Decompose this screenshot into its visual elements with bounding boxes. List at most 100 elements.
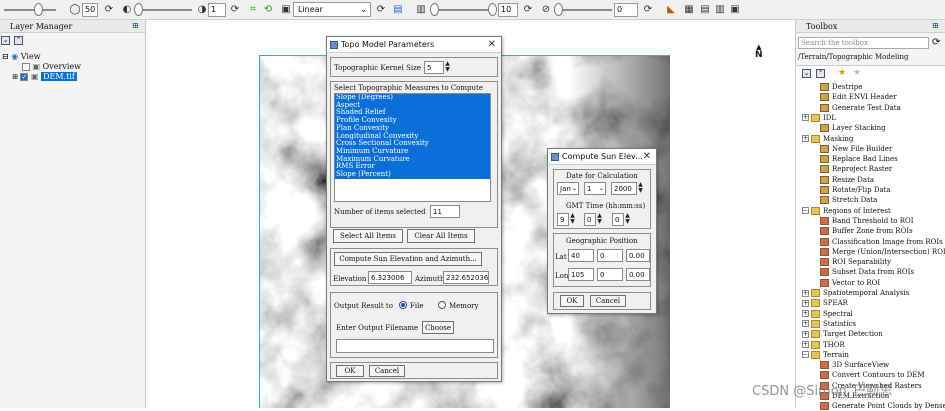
plus-expander-icon[interactable]: + [802, 341, 809, 348]
toolbox-item[interactable]: + Statistics [802, 319, 856, 329]
minute-spinner-icon[interactable]: ▲ ▼ [596, 213, 603, 226]
toolbox-item[interactable]: + IDL [802, 113, 836, 123]
toolbox-item[interactable]: Replace Bad Lines [820, 154, 898, 164]
rotate-icon[interactable]: ⟲ [261, 3, 275, 17]
layout-icon-2[interactable]: ▤ [698, 3, 712, 17]
stretch-type-select[interactable]: Linear ⌄ [293, 2, 371, 17]
overview-checkbox[interactable] [22, 63, 30, 71]
pin-icon[interactable]: ⊞ [132, 21, 142, 31]
pin-icon[interactable]: ⊞ [932, 21, 942, 31]
topo-dialog-titlebar[interactable]: Topo Model Parameters ✕ [327, 37, 501, 53]
plus-expander-icon[interactable]: + [802, 114, 809, 122]
lat-sec-input[interactable]: 0.00 [626, 249, 650, 262]
toolbox-item[interactable]: Stretch Data [820, 195, 877, 205]
sharpen-slider-knob[interactable] [430, 3, 439, 16]
layout-icon-4[interactable]: ▣ [728, 3, 742, 17]
cancel-button[interactable]: Cancel [590, 295, 626, 307]
sharpen-slider-knob-2[interactable] [488, 3, 497, 16]
measures-list[interactable]: Slope (Degrees) Aspect Shaded Relief Profil… [334, 93, 491, 202]
toolbox-item[interactable]: Layer Stacking [820, 123, 886, 133]
favorites-icon[interactable]: ★ [838, 68, 846, 78]
toolbox-item[interactable]: + THOR [802, 340, 845, 350]
toolbox-item[interactable]: Edit ENVI Header [820, 92, 897, 102]
toolbox-item[interactable]: Generate Test Data [820, 103, 901, 113]
month-select[interactable]: Jan ⌄ [557, 182, 579, 195]
toolbox-item[interactable]: Rotate/Flip Data [820, 185, 891, 195]
output-file-radio[interactable] [399, 301, 407, 309]
toolbox-item[interactable]: − Regions of Interest [802, 206, 891, 216]
favorites-remove-icon[interactable]: ★ [853, 68, 861, 78]
hour-input[interactable]: 9 [557, 213, 569, 226]
lon-sec-input[interactable]: 0.00 [626, 268, 650, 281]
lat-deg-input[interactable]: 40 [568, 249, 594, 262]
output-memory-radio[interactable] [438, 301, 446, 309]
lon-min-input[interactable]: 0 [597, 268, 623, 281]
minus-expander-icon[interactable]: − [802, 351, 809, 359]
ok-button[interactable]: OK [336, 365, 364, 377]
toolbox-item[interactable]: + Spectral [802, 309, 853, 319]
second-input[interactable]: 0 [612, 213, 624, 226]
toolbox-item[interactable]: Convert Contours to DEM [820, 370, 924, 380]
toolbox-item[interactable]: + Target Detection [802, 329, 883, 339]
toolbox-item[interactable]: Band Threshold to ROI [820, 216, 913, 226]
toolbox-item[interactable]: Reproject Raster [820, 164, 892, 174]
plus-expander-icon[interactable]: + [802, 289, 809, 297]
minus-expander-icon[interactable]: − [802, 207, 809, 215]
year-input[interactable]: 2000 [611, 182, 637, 195]
toolbox-item[interactable]: Classification Image from ROIs [820, 237, 943, 247]
plus-expander-icon[interactable]: + [802, 299, 809, 307]
kernel-size-spinner-icon[interactable]: ▲ ▼ [444, 61, 451, 74]
toolbox-item[interactable]: ROI Separability [820, 257, 891, 267]
sun-dialog-titlebar[interactable]: Compute Sun Elev... ✕ [548, 149, 656, 165]
tree-item-view[interactable]: ⊟ ◉ View [2, 52, 41, 62]
year-spinner-icon[interactable]: ▲ ▼ [637, 182, 644, 195]
hour-spinner-icon[interactable]: ▲ ▼ [569, 213, 576, 226]
tree-item-overview[interactable]: ▣ Overview [22, 62, 81, 72]
collapse-all-icon[interactable]: ⌄ [1, 36, 10, 45]
histogram-icon[interactable]: ▤ [391, 3, 405, 17]
second-spinner-icon[interactable]: ▲ ▼ [624, 213, 631, 226]
plus-expander-icon[interactable]: + [802, 320, 809, 328]
transparency-slider-knob[interactable] [554, 3, 563, 16]
toolbox-search-input[interactable]: Search the toolbox [798, 37, 929, 49]
toolbox-item[interactable]: + Masking [802, 134, 853, 144]
plus-expander-icon[interactable]: + [802, 330, 809, 338]
fit-extent-icon[interactable]: ⌗ [246, 3, 260, 17]
refresh-icon-3[interactable]: ⟳ [374, 3, 388, 17]
output-filename-input[interactable] [336, 339, 494, 353]
brightness-input[interactable]: 50 [82, 3, 98, 17]
expand-all-icon[interactable]: ⌃ [816, 69, 825, 78]
toolbox-item[interactable]: Resize Data [820, 175, 874, 185]
kernel-size-input[interactable]: 5 [424, 61, 444, 74]
layer-checkbox[interactable]: ✓ [20, 73, 29, 81]
sharpen-slider[interactable] [430, 9, 492, 11]
refresh-icon[interactable]: ⟳ [102, 3, 116, 17]
toolbox-item[interactable]: Buffer Zone from ROIs [820, 226, 913, 236]
plus-expander-icon[interactable]: + [802, 135, 809, 142]
toolbox-item[interactable]: + Spatiotemporal Analysis [802, 288, 909, 298]
brightness-slider[interactable] [4, 9, 56, 11]
compute-sun-button[interactable]: Compute Sun Elevation and Azimuth... [334, 252, 482, 266]
azimuth-input[interactable]: 232.652036 [443, 271, 489, 284]
ok-button[interactable]: OK [560, 295, 584, 307]
toolbox-item[interactable]: Subset Data from ROIs [820, 267, 914, 277]
toolbox-item[interactable]: + SPEAR [802, 298, 848, 308]
transparency-input[interactable]: 0 [614, 3, 638, 17]
lat-min-input[interactable]: 0 [597, 249, 623, 262]
measure-item[interactable]: Slope (Percent) [336, 170, 490, 179]
cancel-button[interactable]: Cancel [369, 365, 405, 377]
refresh-icon-5[interactable]: ⟳ [641, 3, 655, 17]
expand-all-icon[interactable]: ⌃ [14, 36, 23, 45]
minus-expander-icon[interactable]: ⊟ [2, 52, 9, 61]
layout-icon-1[interactable]: ▦ [682, 3, 696, 17]
tree-item-layer[interactable]: ⊞ ✓ ▣ DEM.tif [12, 72, 77, 82]
choose-button[interactable]: Choose [422, 321, 454, 334]
select-all-button[interactable]: Select All Items [333, 229, 403, 243]
plus-expander-icon[interactable]: ⊞ [12, 73, 18, 81]
sharpen-input[interactable]: 10 [498, 3, 518, 17]
stretch-slider-knob[interactable] [134, 3, 143, 16]
plus-expander-icon[interactable]: + [802, 310, 809, 318]
close-icon[interactable]: ✕ [643, 149, 651, 165]
stretch-input[interactable]: 1 [208, 3, 226, 17]
clear-all-button[interactable]: Clear All Items [407, 229, 475, 243]
